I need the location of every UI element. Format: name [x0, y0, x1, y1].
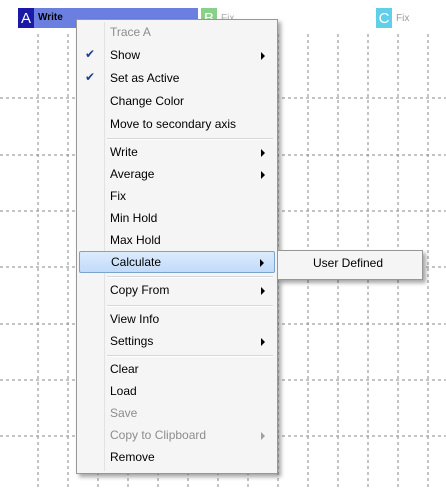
menu-item-min-hold[interactable]: Min Hold: [79, 208, 275, 230]
menu-item-write[interactable]: Write: [79, 142, 275, 164]
menu-item-set-as-active[interactable]: ✔ Set as Active: [79, 68, 275, 90]
submenu-arrow-icon: [261, 149, 265, 157]
menu-item-label: Calculate: [111, 255, 162, 269]
menu-separator: [107, 305, 273, 307]
menu-item-change-color[interactable]: Change Color: [79, 91, 275, 113]
menu-item-calculate[interactable]: Calculate: [79, 251, 275, 273]
menu-header-label: Trace A: [110, 25, 151, 39]
menu-item-move-to-secondary-axis[interactable]: Move to secondary axis: [79, 114, 275, 136]
menu-item-clear[interactable]: Clear: [79, 359, 275, 381]
menu-item-label: Change Color: [110, 94, 185, 108]
menu-item-label: Min Hold: [110, 211, 158, 225]
trace-a-letter: A: [18, 8, 34, 28]
menu-separator: [107, 138, 273, 140]
submenu-arrow-icon: [261, 52, 265, 60]
calculate-submenu: User Defined: [277, 250, 423, 280]
menu-item-label: View Info: [110, 312, 160, 326]
trace-context-menu: Trace A ✔ Show ✔ Set as Active Change Co…: [76, 19, 278, 474]
menu-item-label: Copy From: [110, 283, 170, 297]
checkmark-icon: ✔: [85, 47, 96, 61]
menu-item-label: Load: [110, 384, 137, 398]
menu-item-view-info[interactable]: View Info: [79, 309, 275, 331]
menu-item-settings[interactable]: Settings: [79, 331, 275, 353]
menu-item-label: Fix: [110, 189, 126, 203]
menu-item-label: Save: [110, 406, 138, 420]
menu-item-copy-to-clipboard: Copy to Clipboard: [79, 425, 275, 447]
trace-c-label: Fix: [396, 12, 410, 24]
submenu-arrow-icon: [260, 259, 264, 267]
menu-item-label: Settings: [110, 334, 154, 348]
menu-item-label: Move to secondary axis: [110, 117, 237, 131]
trace-c-letter: C: [376, 8, 392, 28]
menu-item-copy-from[interactable]: Copy From: [79, 280, 275, 302]
menu-item-label: Average: [110, 167, 155, 181]
menu-item-label: Set as Active: [110, 71, 180, 85]
menu-item-label: Max Hold: [110, 233, 161, 247]
submenu-arrow-icon: [261, 432, 265, 440]
submenu-arrow-icon: [261, 338, 265, 346]
menu-item-label: Remove: [110, 450, 155, 464]
menu-item-show[interactable]: ✔ Show: [79, 45, 275, 67]
menu-item-label: User Defined: [313, 256, 384, 270]
menu-item-label: Clear: [110, 362, 139, 376]
menu-item-fix[interactable]: Fix: [79, 186, 275, 208]
menu-item-label: Show: [110, 48, 141, 62]
menu-separator: [107, 355, 273, 357]
submenu-arrow-icon: [261, 171, 265, 179]
menu-item-label: Write: [110, 145, 138, 159]
menu-item-user-defined[interactable]: User Defined: [280, 253, 420, 275]
menu-item-load[interactable]: Load: [79, 381, 275, 403]
trace-tab-c[interactable]: C Fix: [376, 8, 409, 28]
menu-header: Trace A: [79, 22, 275, 44]
menu-item-label: Copy to Clipboard: [110, 428, 207, 442]
menu-separator: [107, 276, 273, 278]
submenu-arrow-icon: [261, 287, 265, 295]
menu-item-max-hold[interactable]: Max Hold: [79, 230, 275, 252]
checkmark-icon: ✔: [85, 70, 96, 84]
menu-item-average[interactable]: Average: [79, 164, 275, 186]
menu-item-remove[interactable]: Remove: [79, 447, 275, 469]
menu-item-save: Save: [79, 403, 275, 425]
